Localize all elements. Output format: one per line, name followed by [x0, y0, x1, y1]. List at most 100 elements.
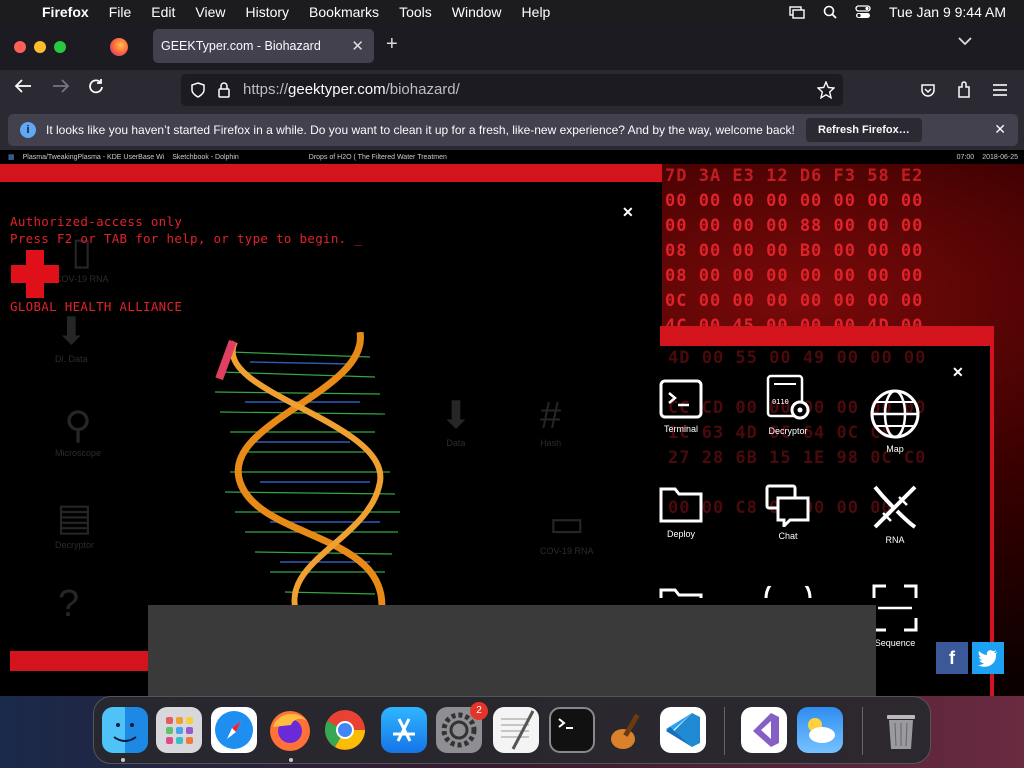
extensions-icon[interactable] — [956, 81, 972, 99]
url-text: https://geektyper.com/biohazard/ — [243, 81, 460, 98]
zoom-window-button[interactable] — [54, 41, 66, 53]
info-icon: i — [20, 122, 36, 138]
list-all-tabs-icon[interactable] — [958, 36, 972, 46]
macos-menubar: Firefox File Edit View History Bookmarks… — [0, 0, 1024, 24]
dock-launchpad[interactable] — [156, 707, 202, 753]
app-folder-partial[interactable] — [646, 586, 716, 600]
globe-icon — [764, 574, 812, 599]
ghost-icon-rna-folder: ▭ COV-19 RNA — [540, 503, 594, 556]
dock-chrome[interactable] — [322, 707, 368, 753]
finder-face-icon — [113, 723, 137, 742]
search-icon[interactable] — [823, 5, 837, 19]
dock-vscode[interactable] — [660, 707, 706, 753]
app-chat[interactable]: Chat — [753, 483, 823, 541]
firefox-icon — [270, 711, 310, 751]
twitter-bird-icon — [978, 650, 997, 667]
app-rna[interactable]: RNA — [860, 483, 930, 545]
ghost-icon-download: ⬇ Dl. Data — [55, 311, 88, 364]
menu-window[interactable]: Window — [452, 4, 502, 20]
app-label: Chat — [778, 531, 798, 541]
hex-row: 08 00 00 00 00 00 00 00 — [665, 266, 924, 286]
minimize-window-button[interactable] — [34, 41, 46, 53]
ghost-icon-microscope: ⚲ Microscope — [55, 405, 102, 458]
kde-task-3: Drops of H2O ( The Filtered Water Treatm… — [308, 153, 447, 161]
hex-row: 27 28 6B 15 1E 98 0C C0 — [668, 448, 927, 468]
menu-bookmarks[interactable]: Bookmarks — [309, 4, 379, 20]
hex-row: 7D 3A E3 12 D6 F3 58 E2 — [665, 166, 924, 186]
terminal-close-icon[interactable]: ✕ — [622, 204, 634, 221]
bookmark-star-icon[interactable] — [817, 81, 835, 99]
launchpad-grid-icon — [166, 717, 193, 744]
ghost-help-icon: ? — [58, 583, 80, 625]
menu-tools[interactable]: Tools — [399, 4, 432, 20]
kde-task-2: Sketchbook - Dolphin — [172, 153, 239, 161]
screen-mirroring-icon[interactable] — [789, 5, 805, 19]
hex-row: 00 00 00 00 00 00 00 00 — [665, 191, 924, 211]
hamburger-menu-icon[interactable] — [992, 83, 1008, 97]
hex-row: 1C 63 4D 6C 64 0C C8 — [668, 423, 893, 443]
refresh-firefox-notification: i It looks like you haven’t started Fire… — [8, 114, 1018, 146]
app-decryptor[interactable]: 0110 Decryptor — [753, 374, 823, 436]
ghost-icon-decryptor: ▤ Decryptor — [55, 497, 95, 550]
ghost-icon-help: ? — [58, 582, 79, 626]
app-terminal[interactable]: Terminal — [646, 378, 716, 434]
menu-edit[interactable]: Edit — [151, 4, 175, 20]
tracking-protection-shield-icon[interactable] — [191, 82, 205, 98]
reload-button[interactable] — [88, 78, 104, 99]
browser-nav-bar: https://geektyper.com/biohazard/ — [0, 70, 1024, 110]
dock-finder[interactable] — [102, 707, 148, 753]
globe-icon — [870, 389, 920, 439]
dock-garageband[interactable] — [605, 707, 651, 753]
tab-biohazard[interactable]: GEEKTyper.com - Biohazard ✕ — [153, 29, 374, 63]
menu-history[interactable]: History — [245, 4, 289, 20]
menu-file[interactable]: File — [109, 4, 132, 20]
trash-icon — [887, 715, 915, 749]
terminal-icon — [659, 379, 703, 419]
menubar-clock[interactable]: Tue Jan 9 9:44 AM — [889, 4, 1006, 20]
menu-help[interactable]: Help — [522, 4, 551, 20]
guitar-icon — [611, 713, 640, 749]
pocket-icon[interactable] — [920, 82, 936, 98]
app-deploy[interactable]: Deploy — [646, 483, 716, 539]
dock-separator — [862, 707, 863, 755]
page-content: ▦ Plasma/TweakingPlasma - KDE UserBase W… — [0, 150, 1024, 696]
terminal-red-bar — [10, 651, 160, 671]
notification-close-icon[interactable]: ✕ — [994, 121, 1006, 138]
url-bar[interactable]: https://geektyper.com/biohazard/ — [181, 74, 843, 106]
firefox-view-icon[interactable] — [110, 38, 128, 56]
gray-overlay-panel — [148, 605, 876, 696]
control-center-icon[interactable] — [855, 5, 871, 19]
tab-close-icon[interactable]: ✕ — [351, 37, 364, 55]
back-button[interactable] — [14, 78, 32, 99]
dna-helix-image — [214, 332, 400, 622]
menu-view[interactable]: View — [195, 4, 225, 20]
lock-icon[interactable] — [217, 82, 231, 98]
facebook-share-button[interactable]: f — [936, 642, 968, 674]
kde-launcher-icon: ▦ — [8, 154, 15, 161]
kde-taskbar: ▦ Plasma/TweakingPlasma - KDE UserBase W… — [0, 150, 1024, 164]
twitter-share-button[interactable] — [972, 642, 1004, 674]
app-store-icon — [393, 718, 415, 742]
app-label: Map — [886, 444, 904, 454]
dock-trash[interactable] — [878, 707, 924, 753]
launcher-close-icon[interactable]: ✕ — [952, 364, 964, 381]
app-map[interactable]: Map — [860, 388, 930, 454]
refresh-firefox-button[interactable]: Refresh Firefox… — [806, 118, 922, 142]
dock-visual-studio[interactable] — [741, 707, 787, 753]
dock-app-store[interactable] — [381, 707, 427, 753]
dock-weather[interactable] — [797, 707, 843, 753]
forward-button[interactable] — [52, 78, 70, 99]
dock-firefox[interactable] — [267, 707, 313, 753]
dock-textedit[interactable] — [493, 707, 539, 753]
kde-clock: 07:00 — [956, 153, 975, 161]
terminal-line-1: Authorized-access only — [10, 214, 183, 229]
app-map-partial[interactable] — [753, 574, 823, 600]
menu-app-name[interactable]: Firefox — [42, 4, 89, 20]
new-tab-button[interactable]: + — [386, 33, 398, 56]
dock-safari[interactable] — [211, 707, 257, 753]
close-window-button[interactable] — [14, 41, 26, 53]
hex-row: 00 00 00 00 88 00 00 00 — [665, 216, 924, 236]
dock-terminal[interactable] — [549, 707, 595, 753]
folder-icon — [659, 588, 703, 598]
dna-icon — [873, 485, 917, 529]
